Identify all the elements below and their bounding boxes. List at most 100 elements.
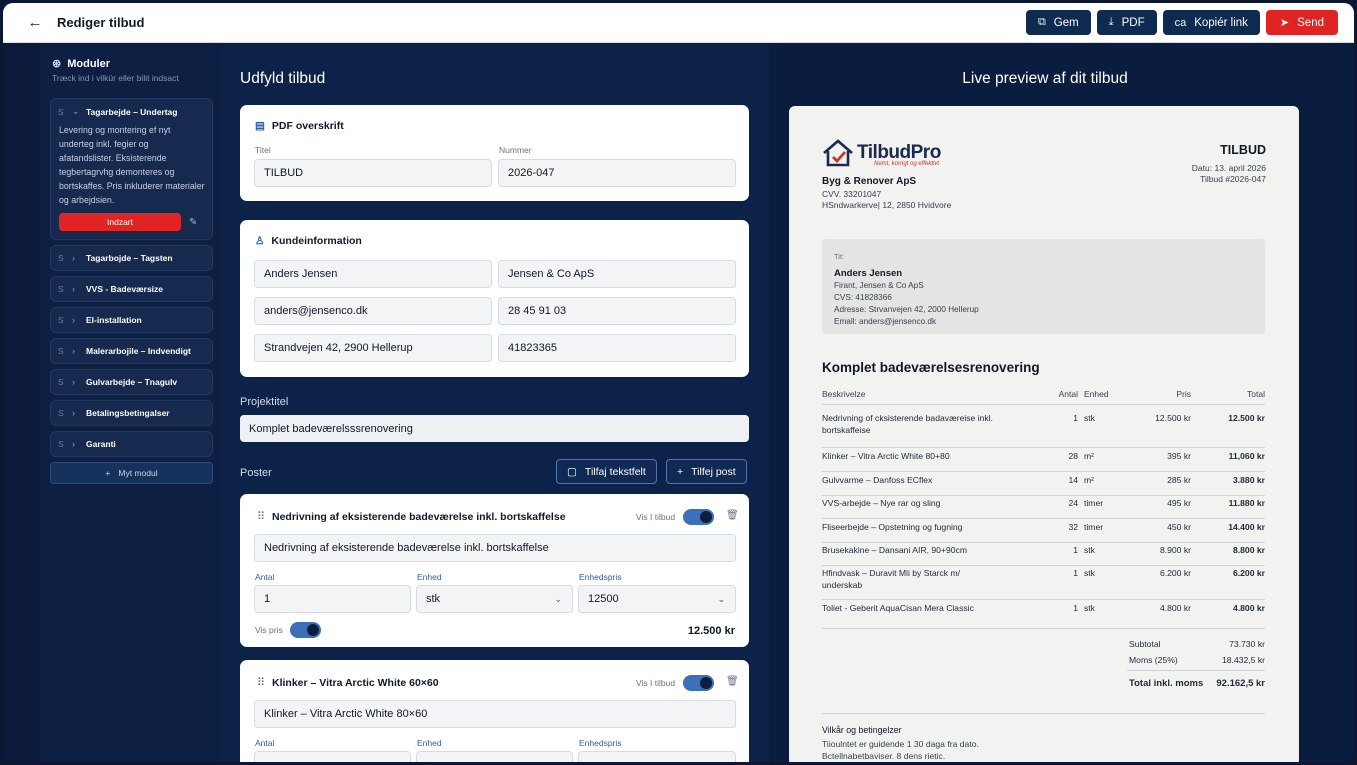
recipient-label: Tit:	[834, 252, 845, 261]
chevron-down-icon[interactable]: ⌄	[72, 106, 80, 117]
copy-link-label: Kopiér link	[1194, 16, 1248, 29]
module-item[interactable]: S › Betalingsbetingalser	[50, 400, 213, 426]
recipient-email: Emall: anders@jensenco.dk	[834, 317, 937, 326]
line-item-price: 8.900 kr	[1159, 545, 1191, 555]
post-description-input[interactable]: Klinker – Vitra Arctic White 80×60	[254, 700, 736, 728]
save-button[interactable]: ⧉ Gem	[1025, 10, 1091, 35]
modules-icon: ⊛	[52, 58, 62, 70]
trash-icon[interactable]: 🗑	[726, 676, 739, 687]
chevron-right-icon[interactable]: ›	[72, 253, 80, 263]
chevron-right-icon[interactable]: ›	[72, 284, 80, 294]
plus-icon: +	[105, 468, 111, 478]
drag-handle-icon[interactable]: S	[58, 346, 66, 356]
show-in-offer-toggle[interactable]	[683, 675, 714, 691]
module-row: S › El-installation	[58, 315, 142, 325]
customer-cvr-input[interactable]: 41823365	[498, 334, 736, 362]
unit-select[interactable]	[416, 751, 573, 762]
quantity-input[interactable]: 1	[254, 585, 411, 613]
module-item[interactable]: S › Gulvarbejde – Tnagulv	[50, 369, 213, 395]
line-item-description: Brusekakine – Dansani AIR, 90+90cm	[822, 545, 967, 555]
module-label: Betalingsbetingalser	[86, 408, 170, 418]
drag-handle-icon[interactable]: S	[58, 315, 66, 325]
title-input[interactable]: TILBUD	[254, 159, 492, 187]
add-my-module-label: Myt modul	[118, 468, 158, 478]
vat-value: 18.432,5 kr	[1222, 655, 1265, 665]
module-item[interactable]: S › Malerarbojile – Indvendigt	[50, 338, 213, 364]
back-arrow-icon[interactable]: ←	[25, 13, 45, 33]
line-item-unit: timer	[1084, 522, 1104, 532]
module-card-open[interactable]: S ⌄ Tagarbejde – Undertag Levering og mo…	[50, 98, 213, 240]
chevron-right-icon[interactable]: ›	[72, 315, 80, 325]
unit-select[interactable]: stk ⌄	[416, 585, 573, 613]
drag-handle-icon[interactable]: S	[58, 284, 66, 294]
module-item[interactable]: S › Garanti	[50, 431, 213, 457]
line-item-quantity: 32	[1068, 522, 1078, 532]
module-item[interactable]: S › VVS - Badeværsize	[50, 276, 213, 302]
drag-handle-icon[interactable]: ⠿	[257, 510, 265, 523]
customer-name-input[interactable]: Anders Jensen	[254, 260, 492, 288]
number-input[interactable]: 2026-047	[498, 159, 736, 187]
show-in-offer-label: Vis I tilbud	[636, 678, 676, 688]
drag-handle-icon[interactable]: S	[58, 408, 66, 418]
line-item-price: 495 kr	[1167, 498, 1191, 508]
module-label: El-installation	[86, 315, 142, 325]
module-item[interactable]: S › El-installation	[50, 307, 213, 333]
line-item-unit: m²	[1084, 475, 1095, 485]
insert-button[interactable]: Indzart	[59, 213, 181, 231]
drag-handle-icon[interactable]: S	[58, 377, 66, 387]
customer-address-input[interactable]: Strandvejen 42, 2900 Hellerup	[254, 334, 492, 362]
customer-phone-input[interactable]: 28 45 91 03	[498, 297, 736, 325]
send-button[interactable]: ➤ Send	[1265, 10, 1338, 35]
drag-handle-icon[interactable]: S	[58, 107, 66, 117]
show-in-offer-toggle[interactable]	[683, 509, 714, 525]
recipient-name: Anders Jensen	[834, 268, 903, 279]
module-row: S › Tagarbojde – Tagsten	[58, 253, 173, 263]
line-item-total: 4.800 kr	[1232, 603, 1265, 613]
drag-handle-icon[interactable]: S	[58, 439, 66, 449]
customer-email-input[interactable]: anders@jensenco.dk	[254, 297, 492, 325]
modules-sidebar: ⊛ Moduler Træck ind i vilkür eller bilit…	[40, 44, 222, 762]
module-item[interactable]: S › Tagarbojde – Tagsten	[50, 245, 213, 271]
trash-icon[interactable]: 🗑	[726, 510, 739, 521]
line-item-price: 6.200 kr	[1159, 568, 1191, 578]
drag-handle-icon[interactable]: S	[58, 253, 66, 263]
chevron-down-icon: ⌄	[554, 594, 562, 604]
user-icon: ♙	[255, 235, 265, 247]
chevron-right-icon[interactable]: ›	[72, 377, 80, 387]
company-address: HSndwarkerve| 12, 2850 Hvidvore	[822, 200, 952, 210]
add-my-module-button[interactable]: + Myt modul	[50, 462, 213, 484]
pdf-button[interactable]: ⤓ PDF	[1096, 10, 1157, 35]
quantity-label: Antal	[255, 572, 275, 582]
plus-icon: +	[677, 465, 684, 478]
module-label: Malerarbojile – Indvendigt	[86, 346, 191, 356]
show-price-toggle[interactable]	[290, 622, 321, 638]
subtotal-label: Subtotal	[1129, 639, 1161, 649]
edit-pencil-icon[interactable]: ✎	[189, 217, 197, 228]
line-item-total: 11.880 kr	[1228, 498, 1265, 508]
copy-link-button[interactable]: ca Kopiér link	[1162, 10, 1260, 35]
show-price-label: Vis pris	[255, 625, 283, 635]
unit-price-select[interactable]: 12500 ⌄	[578, 585, 736, 613]
module-label: VVS - Badeværsize	[86, 284, 164, 294]
row-divider	[822, 495, 1265, 496]
company-name: Byg & Renover ApS	[822, 176, 917, 187]
chevron-right-icon[interactable]: ›	[72, 346, 80, 356]
chevron-right-icon[interactable]: ›	[72, 439, 80, 449]
header-actions: ⧉ Gem ⤓ PDF ca Kopiér link ➤ Send	[1025, 10, 1338, 35]
drag-handle-icon[interactable]: ⠿	[257, 676, 265, 689]
project-title-input[interactable]: Komplet badeværelsssrenovering	[240, 415, 749, 442]
quantity-input[interactable]	[254, 751, 411, 762]
line-item-price: 12.500 kr	[1155, 413, 1191, 423]
post-title: Klinker – Vitra Arctic White 60×60	[272, 677, 439, 689]
post-description-input[interactable]: Nedrivning af eksisterende badeværelse i…	[254, 534, 736, 562]
unit-price-select[interactable]	[578, 751, 736, 762]
chevron-right-icon[interactable]: ›	[72, 408, 80, 418]
offer-document: TilbudPro Nemt, korrigt og effektivt Byg…	[789, 106, 1299, 762]
customer-heading: ♙ Kundeinformation	[240, 220, 749, 247]
line-item-unit: timer	[1084, 498, 1104, 508]
add-post-button[interactable]: + Tilfej post	[666, 459, 747, 484]
customer-company-input[interactable]: Jensen & Co ApS	[498, 260, 736, 288]
add-text-field-button[interactable]: ▢ Tilfaj tekstfelt	[556, 459, 657, 484]
project-heading: Komplet badeværelsesrenovering	[822, 360, 1040, 375]
column-header-quantity: Antal	[1058, 389, 1078, 399]
